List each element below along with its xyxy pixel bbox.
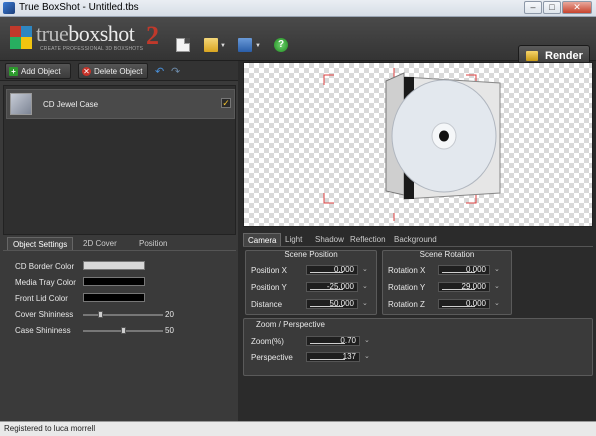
tab-background[interactable]: Background <box>390 233 441 246</box>
distance-label: Distance <box>251 300 283 309</box>
cd-case-thumbnail-icon <box>10 93 32 115</box>
cover-shininess-slider[interactable] <box>83 311 163 318</box>
delete-icon: ✕ <box>82 67 91 76</box>
preview-viewport[interactable] <box>243 62 593 227</box>
render-label: Render <box>545 50 583 62</box>
cd-border-color-label: CD Border Color <box>15 262 75 271</box>
status-text: Registered to luca morrell <box>4 424 96 433</box>
logo-tagline: CREATE PROFESSIONAL 3D BOXSHOTS <box>40 46 144 52</box>
position-y-spin-icon[interactable]: ⌄ <box>362 282 370 292</box>
object-label: CD Jewel Case <box>43 100 99 109</box>
front-lid-color-label: Front Lid Color <box>15 294 68 303</box>
rotation-y-field[interactable]: 29.000 <box>438 282 490 292</box>
case-shininess-slider[interactable] <box>83 327 163 334</box>
position-y-field[interactable]: -25.000 <box>306 282 358 292</box>
distance-spin-icon[interactable]: ⌄ <box>362 299 370 309</box>
main-toolbar: trueboxshot 2 CREATE PROFESSIONAL 3D BOX… <box>0 17 596 67</box>
position-y-label: Position Y <box>251 283 287 292</box>
scene-position-title: Scene Position <box>284 250 338 259</box>
tab-shadow[interactable]: Shadow <box>311 233 348 246</box>
cover-shininess-knob[interactable] <box>98 311 103 318</box>
rotation-x-field[interactable]: 0.000 <box>438 265 490 275</box>
object-visible-checkbox[interactable]: ✓ <box>221 98 231 108</box>
save-disk-icon[interactable] <box>238 38 252 52</box>
zoom-perspective-title: Zoom / Perspective <box>256 320 325 329</box>
list-item[interactable]: CD Jewel Case ✓ <box>6 89 235 119</box>
position-x-label: Position X <box>251 266 288 275</box>
rotation-x-label: Rotation X <box>388 266 426 275</box>
rotation-x-spin-icon[interactable]: ⌄ <box>494 265 502 275</box>
scene-position-group: Scene Position Position X 0.000 ⌄ Positi… <box>245 250 377 315</box>
rotation-y-spin-icon[interactable]: ⌄ <box>494 282 502 292</box>
left-tabs: Object Settings 2D Cover Position <box>3 237 236 251</box>
case-shininess-label: Case Shininess <box>15 326 71 335</box>
perspective-spin-icon[interactable]: ⌄ <box>364 352 372 362</box>
delete-object-button[interactable]: ✕ Delete Object <box>78 63 148 79</box>
open-dropdown-chevron-icon[interactable]: ▼ <box>220 43 226 49</box>
window-title: True BoxShot - Untitled.tbs <box>19 2 139 13</box>
logo-wordmark: trueboxshot <box>36 21 135 47</box>
case-shininess-knob[interactable] <box>120 327 126 334</box>
app-icon <box>3 2 15 14</box>
save-dropdown-chevron-icon[interactable]: ▼ <box>255 43 261 49</box>
cd-disc-hole <box>439 130 449 142</box>
tab-2d-cover[interactable]: 2D Cover <box>78 237 122 250</box>
help-icon[interactable]: ? <box>274 38 288 52</box>
minimize-button[interactable]: – <box>524 1 542 14</box>
add-object-label: Add Object <box>21 67 61 76</box>
zoom-spin-icon[interactable]: ⌄ <box>364 336 372 346</box>
logo-version: 2 <box>146 21 159 50</box>
distance-field[interactable]: 50.000 <box>306 299 358 309</box>
case-shininess-value: 50 <box>165 326 174 335</box>
logo-true: true <box>36 21 69 46</box>
zoom-field[interactable]: 0.70 <box>306 336 360 346</box>
add-icon: + <box>9 67 18 76</box>
cd-border-color-swatch[interactable] <box>83 261 145 270</box>
media-tray-color-swatch[interactable] <box>83 277 145 286</box>
perspective-label: Perspective <box>251 353 293 362</box>
open-folder-icon[interactable] <box>204 38 218 52</box>
rotation-z-label: Rotation Z <box>388 300 425 309</box>
tab-position[interactable]: Position <box>134 237 172 250</box>
window-titlebar: True BoxShot - Untitled.tbs – □ ✕ <box>0 0 596 17</box>
scene-rotation-title: Scene Rotation <box>419 250 475 259</box>
delete-object-label: Delete Object <box>94 67 143 76</box>
logo-boxshot: boxshot <box>68 21 135 46</box>
object-toolbar: + Add Object ✕ Delete Object ↶ ↷ <box>0 61 238 81</box>
maximize-button[interactable]: □ <box>543 1 561 14</box>
zoom-label: Zoom(%) <box>251 337 284 346</box>
right-tabs: Camera Light Shadow Reflection Backgroun… <box>243 233 593 247</box>
new-document-icon[interactable] <box>176 38 190 52</box>
close-button[interactable]: ✕ <box>562 1 592 14</box>
object-settings-panel: CD Border Color Media Tray Color Front L… <box>3 252 236 417</box>
position-x-field[interactable]: 0.000 <box>306 265 358 275</box>
rotation-y-label: Rotation Y <box>388 283 426 292</box>
left-panel: + Add Object ✕ Delete Object ↶ ↷ CD Jewe… <box>0 61 238 421</box>
window-controls: – □ ✕ <box>524 1 592 14</box>
rotation-z-field[interactable]: 0.000 <box>438 299 490 309</box>
front-lid-color-swatch[interactable] <box>83 293 145 302</box>
tab-camera[interactable]: Camera <box>243 233 282 246</box>
cover-shininess-value: 20 <box>165 310 174 319</box>
cover-shininess-label: Cover Shininess <box>15 310 74 319</box>
tab-reflection[interactable]: Reflection <box>346 233 390 246</box>
tab-light[interactable]: Light <box>281 233 306 246</box>
logo-cube-icon <box>10 26 32 50</box>
undo-icon[interactable]: ↶ <box>155 65 164 78</box>
zoom-perspective-group: Zoom / Perspective Zoom(%) 0.70 ⌄ Perspe… <box>243 318 593 376</box>
tab-object-settings[interactable]: Object Settings <box>7 237 74 250</box>
object-list: CD Jewel Case ✓ <box>3 85 236 235</box>
rotation-z-spin-icon[interactable]: ⌄ <box>494 299 502 309</box>
redo-icon[interactable]: ↷ <box>171 65 180 78</box>
perspective-field[interactable]: 137 <box>306 352 360 362</box>
media-tray-color-label: Media Tray Color <box>15 278 76 287</box>
cd-case-preview <box>323 68 501 221</box>
position-x-spin-icon[interactable]: ⌄ <box>362 265 370 275</box>
render-icon <box>526 51 538 61</box>
status-bar: Registered to luca morrell <box>0 421 596 436</box>
add-object-button[interactable]: + Add Object <box>5 63 71 79</box>
scene-rotation-group: Scene Rotation Rotation X 0.000 ⌄ Rotati… <box>382 250 512 315</box>
